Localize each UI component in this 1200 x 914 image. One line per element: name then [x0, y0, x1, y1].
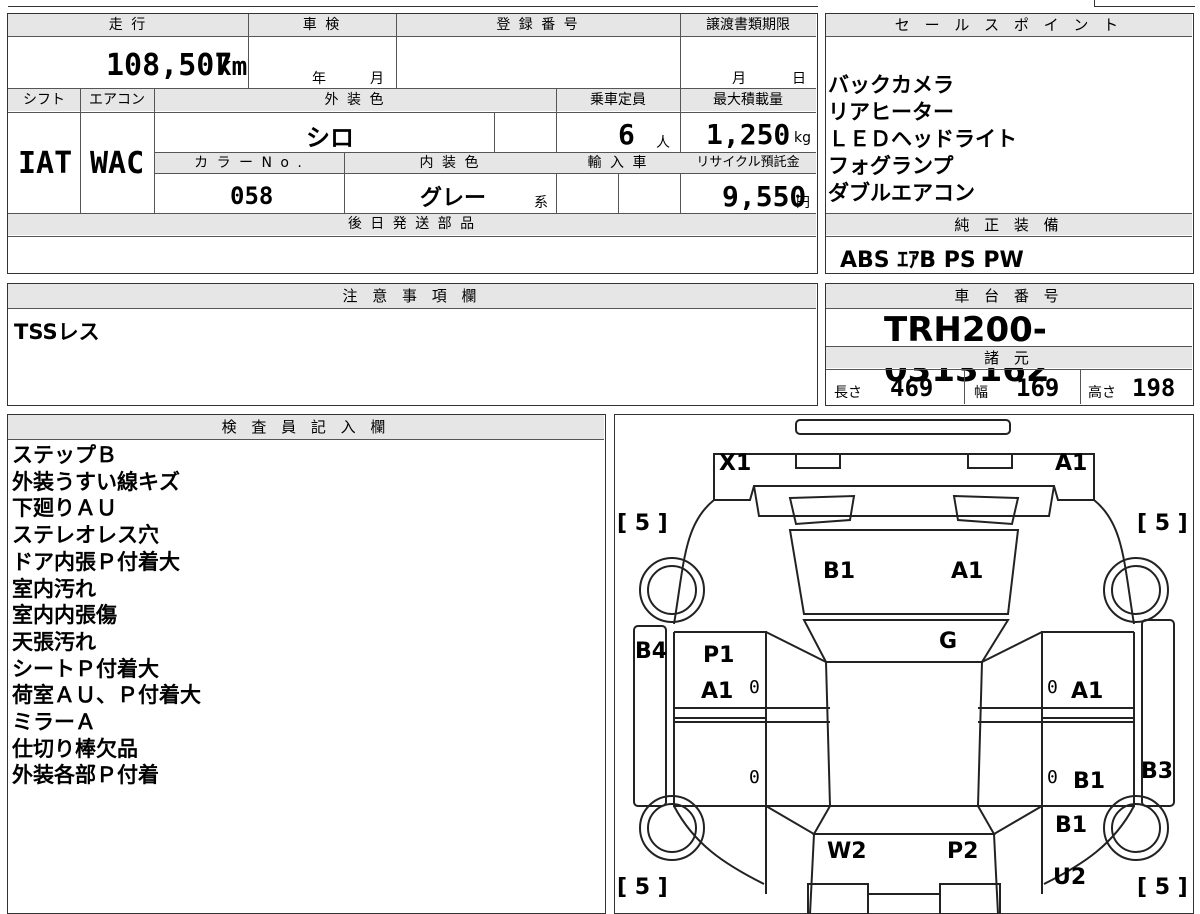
inspection-month: 月: [370, 71, 384, 87]
height-label: 高さ: [1088, 385, 1116, 401]
recycle-fee-value: 9,550: [722, 180, 807, 213]
interior-color-value: グレー: [420, 186, 487, 211]
max-load-label: 最大積載量: [713, 92, 783, 108]
spec-title: 諸 元: [826, 347, 1192, 368]
aircon-value: WAC: [90, 146, 145, 181]
shift-label: シフト: [23, 92, 65, 108]
tire-rl-rating: [ 5 ]: [617, 875, 668, 900]
sales-point-item: ダブルエアコン: [828, 181, 975, 205]
mark-b1-hood: B1: [823, 559, 856, 584]
tire-rr-rating: [ 5 ]: [1137, 875, 1188, 900]
standard-equipment-title: 純 正 装 備: [826, 214, 1192, 235]
inspector-item: ドア内張Ｐ付着大: [12, 549, 180, 574]
inspector-item: ミラーＡ: [12, 710, 96, 735]
color-no-value: 058: [230, 182, 274, 210]
inspector-item: ステレオレス穴: [12, 523, 159, 548]
mark-a1-hood: A1: [951, 559, 984, 584]
car-outline-diagram: [633, 419, 1175, 914]
recycle-fee-label: リサイクル預託金: [696, 155, 800, 170]
exterior-color-label: 外 装 色: [324, 92, 386, 108]
inspection-label: 車 検: [302, 17, 342, 33]
exterior-color-value: シロ: [306, 124, 354, 152]
chassis-box: 車 台 番 号 TRH200-0313162 諸 元 長さ 469 幅 169 …: [825, 283, 1194, 406]
notes-text: TSSレス: [14, 320, 100, 344]
aircon-label: エアコン: [89, 92, 145, 108]
car-diagram-box: X1 A1 B1 A1 G B4 P1 A1 0 0 A1 0 0 B1 B3 …: [614, 414, 1194, 914]
max-load-value: 1,250: [706, 118, 791, 151]
inspector-item: 下廻りＡＵ: [12, 496, 117, 521]
mileage-label: 走 行: [108, 17, 148, 33]
inspector-list: ステップＢ 外装うすい線キズ 下廻りＡＵ ステレオレス穴 ドア内張Ｐ付着大 室内…: [12, 442, 201, 789]
mark-p2: P2: [947, 839, 979, 864]
transfer-day: 日: [792, 71, 806, 87]
length-label: 長さ: [834, 385, 862, 401]
mileage-unit: km: [216, 52, 248, 82]
inspector-item: 天張汚れ: [12, 629, 96, 654]
mark-a1-left: A1: [701, 679, 734, 704]
mark-zero-4: 0: [1047, 767, 1058, 788]
tire-fr-rating: [ 5 ]: [1137, 511, 1188, 536]
mileage-value: 108,507: [106, 48, 233, 83]
chassis-title: 車 台 番 号: [826, 284, 1192, 308]
color-no-label: カ ラ ー N o .: [194, 155, 304, 171]
sales-points-title: セ ー ル ス ポ イ ン ト: [826, 14, 1192, 36]
sales-point-item: バックカメラ: [828, 73, 954, 97]
notes-box: 注 意 事 項 欄 TSSレス: [7, 283, 818, 406]
max-load-unit: kg: [794, 130, 811, 146]
transfer-month: 月: [732, 71, 746, 87]
registration-label: 登 録 番 号: [496, 17, 580, 33]
capacity-unit: 人: [656, 135, 670, 151]
length-value: 469: [890, 374, 934, 402]
width-label: 幅: [974, 385, 988, 401]
interior-color-label: 内 装 色: [419, 155, 481, 171]
import-label: 輸 入 車: [587, 155, 649, 171]
inspector-title: 検 査 員 記 入 欄: [8, 415, 604, 439]
mark-b4: B4: [635, 639, 668, 664]
standard-equipment-value: ABS ｴｱB PS PW: [840, 248, 1024, 273]
sales-point-item: ＬＥＤヘッドライト: [828, 127, 1017, 151]
width-value: 169: [1016, 374, 1060, 402]
transfer-deadline-label: 譲渡書類期限: [706, 17, 790, 33]
sales-point-item: フォグランプ: [828, 154, 954, 178]
inspector-item: 外装各部Ｐ付着: [12, 763, 159, 788]
capacity-label: 乗車定員: [590, 92, 646, 108]
mark-x1: X1: [719, 451, 752, 476]
vehicle-info-box: 走 行 車 検 登 録 番 号 譲渡書類期限 108,507 km 年 月 月 …: [7, 13, 818, 274]
inspector-box: 検 査 員 記 入 欄 ステップＢ 外装うすい線キズ 下廻りＡＵ ステレオレス穴…: [7, 414, 606, 914]
later-parts-label: 後 日 発 送 部 品: [347, 216, 477, 232]
mark-b3: B3: [1141, 759, 1174, 784]
inspector-item: 仕切り棒欠品: [12, 736, 138, 761]
mark-zero-3: 0: [749, 767, 760, 788]
inspector-item: 荷室ＡＵ、Ｐ付着大: [12, 683, 201, 708]
height-value: 198: [1132, 374, 1176, 402]
mark-a1-top: A1: [1055, 451, 1088, 476]
shift-value: IAT: [18, 146, 73, 181]
inspection-year: 年: [312, 71, 326, 87]
mark-a1-right: A1: [1071, 679, 1104, 704]
inspector-item: 外装うすい線キズ: [12, 469, 180, 494]
notes-title: 注 意 事 項 欄: [8, 284, 816, 308]
inspector-item: 室内内張傷: [12, 603, 117, 628]
mark-zero-1: 0: [749, 677, 760, 698]
mark-w2: W2: [827, 839, 867, 864]
capacity-value: 6: [618, 118, 635, 151]
sales-points-box: セ ー ル ス ポ イ ン ト バックカメラ リアヒーター ＬＥＤヘッドライト …: [825, 13, 1194, 274]
sales-point-item: リアヒーター: [828, 100, 954, 124]
tire-fl-rating: [ 5 ]: [617, 511, 668, 536]
interior-color-suffix: 系: [534, 195, 548, 211]
mark-p1: P1: [703, 643, 735, 668]
inspector-item: シートＰ付着大: [12, 656, 159, 681]
mark-g: G: [939, 629, 958, 654]
inspector-item: 室内汚れ: [12, 576, 96, 601]
inspector-item: ステップＢ: [12, 443, 117, 467]
mark-b1-rear: B1: [1055, 813, 1088, 838]
top-edge-strip-right: [1094, 0, 1195, 7]
sales-points-list: バックカメラ リアヒーター ＬＥＤヘッドライト フォグランプ ダブルエアコン: [828, 72, 1017, 207]
mark-u2: U2: [1053, 865, 1087, 890]
mark-b1-right: B1: [1073, 769, 1106, 794]
top-edge-strip: [8, 0, 818, 7]
recycle-fee-unit: 円: [796, 195, 810, 211]
mark-zero-2: 0: [1047, 677, 1058, 698]
